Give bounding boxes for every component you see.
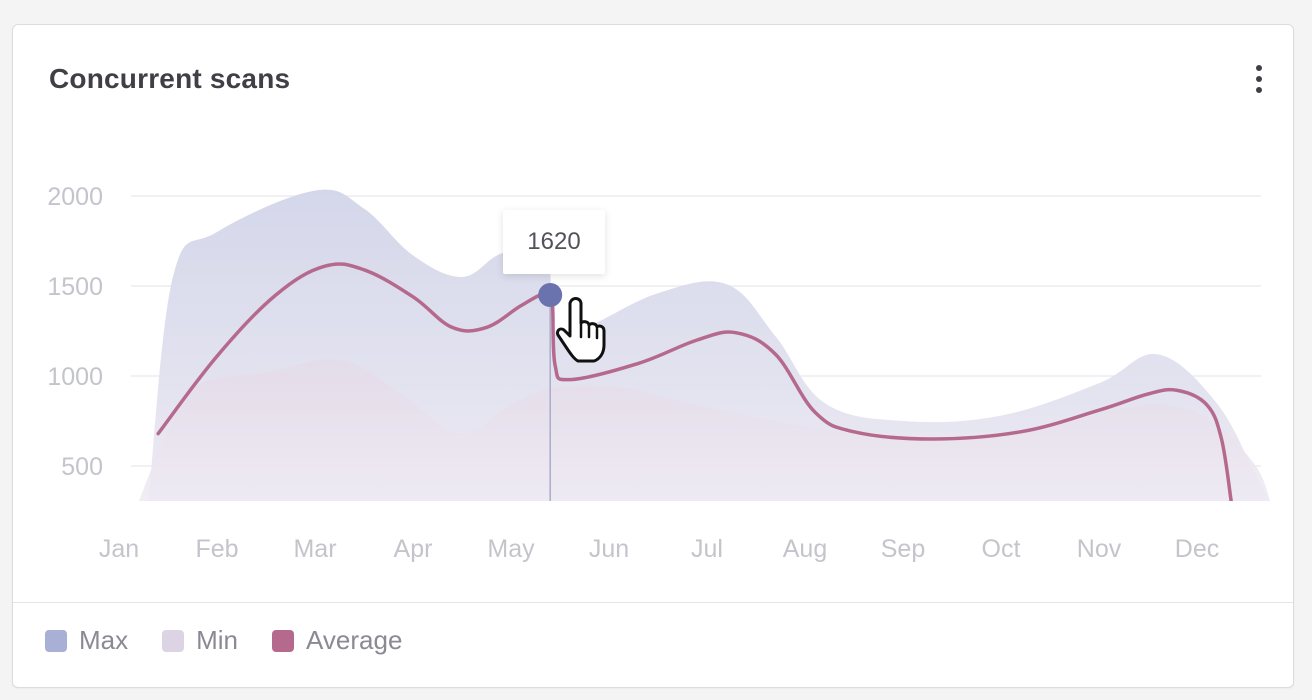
legend-swatch-min <box>162 629 185 652</box>
y-tick-label: 1500 <box>47 273 103 301</box>
x-tick-label: Nov <box>1077 535 1122 563</box>
legend-swatch-average <box>272 629 295 652</box>
legend-divider <box>13 602 1293 603</box>
x-tick-label: Jun <box>589 535 629 563</box>
legend-swatch-max <box>45 629 67 652</box>
y-tick-label: 500 <box>61 453 103 481</box>
legend-item-min[interactable]: Min <box>162 625 238 656</box>
legend-label-average: Average <box>306 625 403 655</box>
x-tick-label: Dec <box>1175 535 1219 563</box>
x-tick-label: Feb <box>195 535 238 563</box>
chart-card: Concurrent scans 500 1000 1500 2000 Jan Feb M… <box>12 24 1294 688</box>
x-tick-label: Sep <box>881 535 925 563</box>
y-tick-label: 2000 <box>47 183 103 211</box>
hover-tooltip: 1620 <box>503 210 605 274</box>
legend-label-max: Max <box>79 625 129 655</box>
x-tick-label: Jul <box>691 535 723 563</box>
x-tick-label: Jan <box>99 535 139 563</box>
x-tick-label: Aug <box>783 535 827 563</box>
legend-item-max[interactable]: Max <box>45 625 128 656</box>
legend-label-min: Min <box>196 625 239 655</box>
x-tick-label: Mar <box>293 535 336 563</box>
hand-pointer-icon <box>556 297 606 363</box>
y-tick-label: 1000 <box>47 363 103 391</box>
chart-legend: Max Min Average <box>45 625 402 656</box>
x-tick-label: Apr <box>394 535 433 563</box>
legend-item-average[interactable]: Average <box>272 625 402 656</box>
x-tick-label: Oct <box>982 535 1021 563</box>
tooltip-value: 1620 <box>527 228 581 255</box>
x-tick-label: May <box>487 535 535 563</box>
chart-area[interactable]: 500 1000 1500 2000 Jan Feb Mar Apr May Jun Jul Aug… <box>13 25 1295 585</box>
